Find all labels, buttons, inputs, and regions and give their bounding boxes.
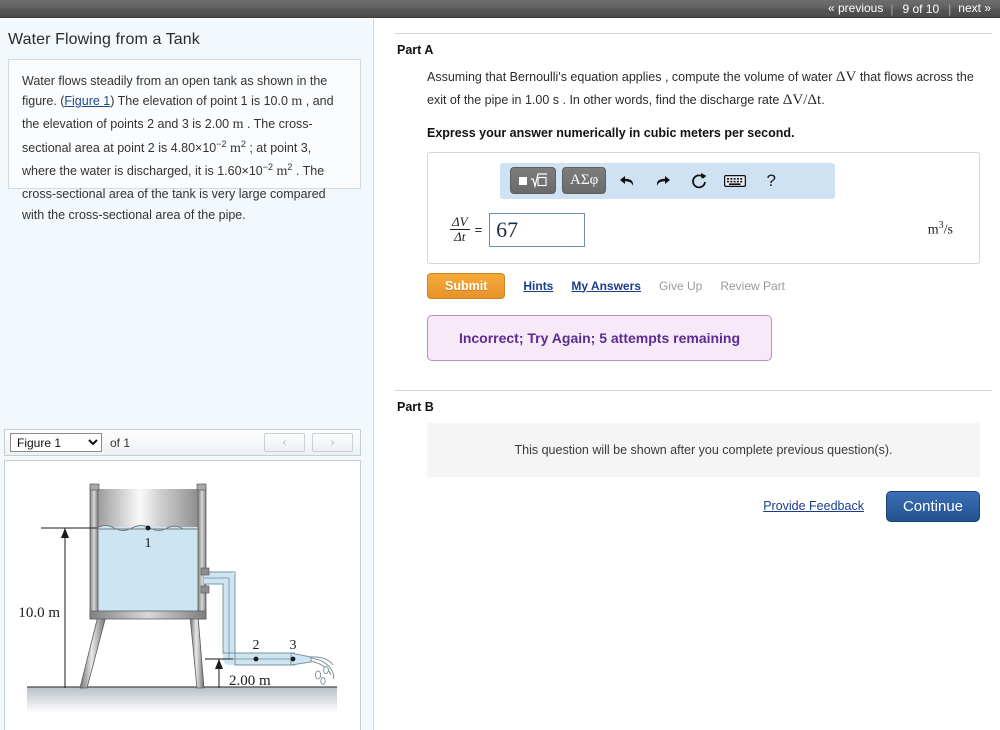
exponent-1: −2	[216, 138, 227, 149]
units-base: m	[927, 222, 939, 238]
answer-input[interactable]	[489, 212, 586, 247]
review-part-link: Review Part	[720, 278, 785, 293]
submit-button[interactable]: Submit	[427, 272, 506, 299]
footer-actions: Provide Feedback Continue	[427, 490, 980, 522]
unit-m2-2: m	[276, 164, 288, 180]
dimension-2m-label: 2.00 m	[229, 673, 271, 689]
point-3-label: 3	[290, 638, 297, 653]
undo-glyph	[620, 175, 634, 186]
tank-diagram-svg: 1 2 3 10.0 m 2.00 m	[18, 483, 337, 713]
question-counter: 9 of 10	[902, 1, 940, 16]
provide-feedback-link[interactable]: Provide Feedback	[763, 499, 864, 513]
problem-statement: Water flows steadily from an open tank a…	[8, 59, 361, 222]
chevron-right-icon[interactable]: ›	[312, 433, 353, 452]
previous-link[interactable]: « previous	[821, 0, 890, 17]
part-a-instruction: Express your answer numerically in cubic…	[427, 125, 795, 140]
point-1-label: 1	[145, 536, 152, 551]
unit-m-2: m	[232, 116, 244, 132]
problem-text-2: ) The elevation of point 1 is 10.0	[110, 94, 292, 109]
question-suffix: .	[821, 93, 825, 108]
figure-1-link[interactable]: Figure 1	[64, 94, 110, 108]
point-1-marker	[145, 525, 151, 531]
my-answers-link[interactable]: My Answers	[571, 279, 641, 293]
answer-units-label: m3/s	[928, 220, 953, 239]
fraction-numerator: ΔV	[450, 214, 470, 230]
point-2-marker	[253, 656, 259, 662]
redo-arrow-icon[interactable]	[648, 167, 678, 194]
tank-legs	[79, 615, 205, 689]
exponent-2: −2	[262, 162, 274, 173]
symbol-discharge-rate: ΔV/Δt	[782, 92, 822, 109]
chevron-left-icon[interactable]: ‹	[264, 433, 305, 452]
page-root: « previous | 9 of 10 | next » Water Flow…	[0, 0, 1000, 730]
part-a-heading: Part A	[397, 43, 434, 57]
part-b-heading: Part B	[397, 399, 434, 414]
reset-glyph	[692, 172, 707, 188]
figure-select[interactable]: Figure 1	[10, 433, 102, 452]
continue-button[interactable]: Continue	[885, 490, 980, 522]
math-template-icon[interactable]	[510, 167, 556, 194]
part-b-locked-notice: This question will be shown after you co…	[427, 422, 980, 477]
top-navigation-bar: « previous | 9 of 10 | next »	[0, 0, 1000, 18]
reset-circular-arrow-icon[interactable]	[684, 167, 714, 194]
answer-input-row: ΔV Δt = m3/s	[440, 212, 967, 247]
give-up-link: Give Up	[658, 278, 703, 293]
figure-nav-group: ‹ ›	[264, 433, 355, 452]
greek-symbols-icon[interactable]: ΑΣφ	[562, 167, 607, 194]
answer-variable-label: ΔV Δt	[450, 215, 470, 243]
point-2-label: 2	[253, 638, 260, 653]
unit-m-1: m	[291, 94, 303, 110]
equals-sign: =	[474, 222, 483, 237]
figure-image: 1 2 3 10.0 m 2.00 m	[4, 460, 361, 730]
problem-sidebar: Water Flowing from a Tank Water flows st…	[0, 19, 374, 730]
math-input-toolbar: ΑΣφ ?	[500, 162, 835, 199]
action-row: Submit Hints My Answers Give Up Review P…	[427, 272, 992, 299]
hints-link[interactable]: Hints	[523, 279, 553, 293]
answer-entry-box: ΑΣφ ? ΔV Δt = 67 m3/s	[427, 151, 980, 264]
feedback-message: Incorrect; Try Again; 5 attempts remaini…	[427, 314, 772, 361]
dimension-tank-height: 10.0 m	[18, 527, 97, 688]
fraction-denominator: Δt	[454, 229, 466, 244]
undo-arrow-icon[interactable]	[612, 167, 642, 194]
math-template-glyph	[519, 172, 547, 188]
tank-body	[89, 483, 207, 620]
question-prefix: Assuming that Bernoulli's equation appli…	[427, 70, 836, 84]
dimension-10m-label: 10.0 m	[18, 605, 60, 621]
page-title: Water Flowing from a Tank	[8, 31, 200, 48]
unit-m2-1: m	[229, 140, 241, 156]
redo-glyph	[657, 175, 671, 186]
figure-count-label: of 1	[110, 435, 131, 450]
next-link[interactable]: next »	[951, 0, 998, 17]
units-per: /s	[943, 222, 953, 238]
figure-selector-bar: Figure 1 of 1 ‹ ›	[4, 429, 361, 456]
ground-band	[27, 687, 337, 713]
question-mark-help-icon[interactable]: ?	[756, 167, 786, 194]
symbol-delta-v: ΔV	[835, 69, 857, 85]
keyboard-glyph	[724, 174, 747, 187]
part-a-question-text: Assuming that Bernoulli's equation appli…	[427, 66, 980, 113]
keyboard-icon[interactable]	[720, 167, 750, 194]
point-3-marker	[290, 656, 296, 662]
question-content-panel: Part A Assuming that Bernoulli's equatio…	[375, 19, 1000, 730]
divider-part-b	[395, 389, 992, 391]
divider-part-a	[395, 33, 992, 34]
